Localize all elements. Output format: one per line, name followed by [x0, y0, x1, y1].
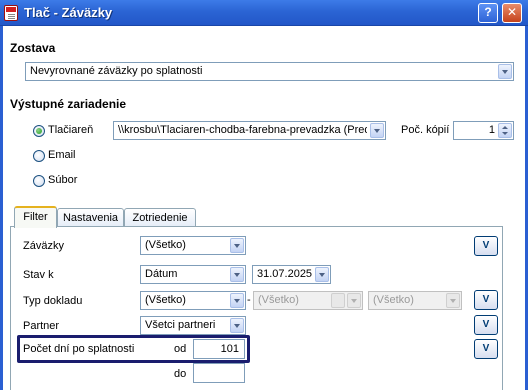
stav-value: Dátum — [145, 268, 178, 280]
copies-value: 1 — [488, 124, 495, 136]
spinner-icon[interactable] — [498, 123, 512, 138]
days-v-button[interactable]: V — [474, 339, 498, 359]
partner-v-button[interactable]: V — [474, 315, 498, 335]
zavazky-v-button[interactable]: V — [474, 236, 498, 256]
date-picker[interactable]: 31.07.2025 — [252, 265, 331, 284]
days-from-value: 101 — [220, 343, 239, 355]
email-radio[interactable] — [33, 150, 45, 162]
email-label: Email — [48, 149, 76, 161]
chevron-down-icon[interactable] — [315, 267, 329, 282]
chevron-down-icon[interactable] — [370, 123, 384, 138]
chevron-down-icon[interactable] — [230, 293, 244, 308]
app-icon — [4, 5, 18, 21]
tab-zotriedenie[interactable]: Zotriedenie — [124, 208, 196, 228]
partner-select[interactable]: Všetci partneri — [140, 316, 246, 335]
printer-value: \\krosbu\Tlaciaren-chodba-farebna-prevad… — [118, 124, 367, 136]
window-title: Tlač - Záväzky — [24, 5, 113, 20]
close-icon[interactable]: ✕ — [502, 3, 522, 23]
zavazky-select[interactable]: (Všetko) — [140, 236, 246, 255]
chevron-down-icon[interactable] — [230, 238, 244, 253]
zostava-value: Nevyrovnané záväzky po splatnosti — [30, 65, 203, 77]
days-to-input[interactable] — [193, 363, 245, 383]
typ-value: (Všetko) — [145, 294, 186, 306]
help-icon[interactable]: ? — [478, 3, 498, 23]
zavazky-label: Záväzky — [23, 240, 64, 252]
zavazky-value: (Všetko) — [145, 239, 186, 251]
printer-radio[interactable] — [33, 125, 45, 137]
file-label: Súbor — [48, 174, 78, 186]
tab-nastavenia[interactable]: Nastavenia — [57, 208, 124, 228]
copies-label: Poč. kópií — [401, 124, 450, 136]
output-device-label: Výstupné zariadenie — [10, 97, 127, 111]
title-bar: Tlač - Záväzky ? ✕ — [0, 0, 528, 26]
typ-to-select[interactable]: (Všetko) — [368, 291, 462, 310]
tab-filter[interactable]: Filter — [14, 206, 57, 228]
typ-select[interactable]: (Všetko) — [140, 291, 246, 310]
chevron-down-icon[interactable] — [347, 293, 361, 308]
chevron-down-icon[interactable] — [498, 64, 512, 79]
partner-value: Všetci partneri — [145, 319, 216, 331]
printer-label: Tlačiareň — [48, 124, 94, 136]
typ-label: Typ dokladu — [23, 295, 83, 307]
zostava-select[interactable]: Nevyrovnané záväzky po splatnosti — [25, 62, 514, 81]
copies-stepper[interactable]: 1 — [453, 121, 514, 140]
chevron-down-icon[interactable] — [230, 267, 244, 282]
zostava-label: Zostava — [10, 41, 56, 55]
typ-from-select[interactable]: (Všetko) — [253, 291, 363, 310]
stav-select[interactable]: Dátum — [140, 265, 246, 284]
date-value: 31.07.2025 — [257, 268, 313, 280]
partner-label: Partner — [23, 320, 60, 332]
typ-v-button[interactable]: V — [474, 290, 498, 310]
chevron-down-icon[interactable] — [446, 293, 460, 308]
range-dash: - — [247, 294, 251, 306]
typ-to-value: (Všetko) — [373, 294, 414, 306]
file-radio[interactable] — [33, 175, 45, 187]
stav-label: Stav k — [23, 269, 54, 281]
days-from-input[interactable]: 101 — [193, 339, 245, 359]
typ-from-value: (Všetko) — [258, 294, 299, 306]
do-label: do — [174, 368, 187, 380]
days-overdue-label: Počet dní po splatnosti — [23, 343, 135, 355]
od-label: od — [174, 343, 187, 355]
lookup-icon[interactable] — [331, 293, 345, 308]
chevron-down-icon[interactable] — [230, 318, 244, 333]
printer-select[interactable]: \\krosbu\Tlaciaren-chodba-farebna-prevad… — [113, 121, 386, 140]
